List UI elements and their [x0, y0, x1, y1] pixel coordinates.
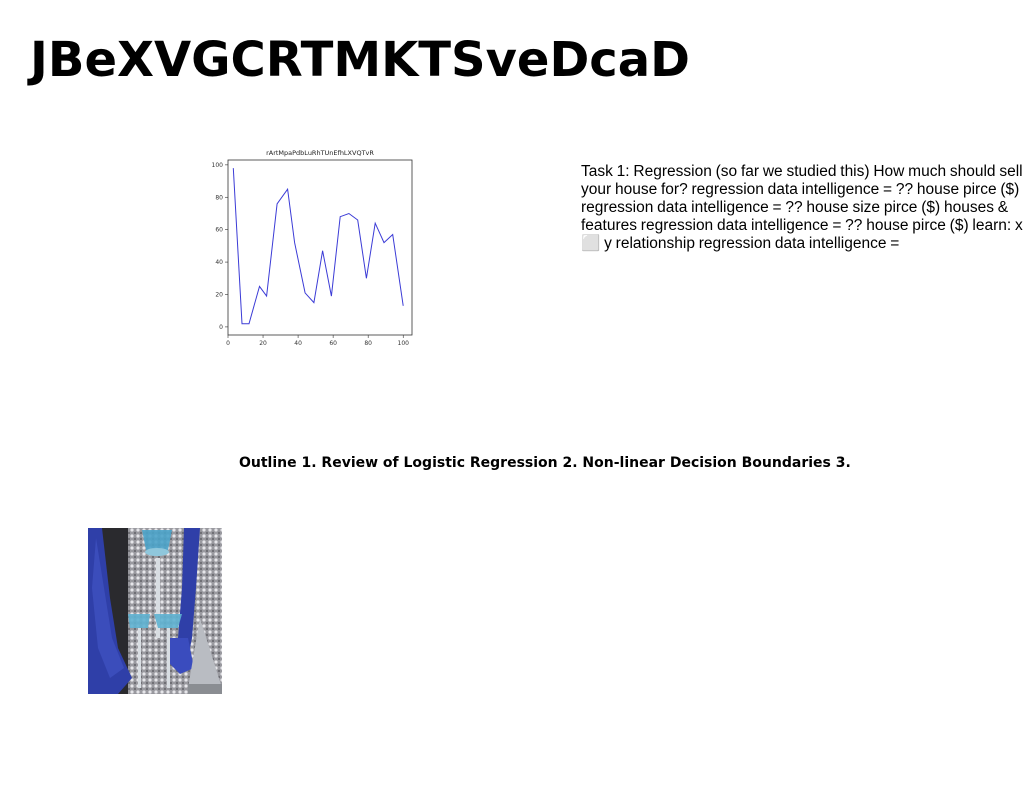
y-tick-label: 60 [215, 227, 223, 234]
y-tick-label: 80 [215, 194, 223, 201]
x-tick-label: 100 [398, 340, 410, 347]
x-tick-label: 0 [226, 340, 230, 347]
x-tick-label: 80 [364, 340, 372, 347]
photo-illustration [88, 528, 222, 694]
y-tick-label: 100 [212, 162, 224, 169]
plot-frame [227, 159, 413, 336]
slide-title: JBeXVGCRTMKTSveDcaD [30, 32, 690, 88]
photo-blue-gloves-glasses [88, 528, 222, 694]
chart-title: rArtMpaPdbLuRhTUnEfhLXVQTvR [266, 149, 374, 157]
y-tick-label: 40 [215, 259, 223, 266]
line-chart-svg: rArtMpaPdbLuRhTUnEfhLXVQTvR 0 20 40 60 80 100 0… [212, 149, 413, 347]
series-line [232, 168, 404, 325]
outline-text: Outline 1. Review of Logistic Regression… [239, 455, 851, 471]
y-tick-label: 0 [219, 324, 223, 331]
x-tick-label: 20 [259, 340, 267, 347]
x-tick-label: 60 [329, 340, 337, 347]
y-tick-label: 20 [215, 291, 223, 298]
line-chart: rArtMpaPdbLuRhTUnEfhLXVQTvR 0 20 40 60 80 100 0… [210, 146, 420, 352]
task-description-text: Task 1: Regression (so far we studied th… [581, 163, 1023, 252]
x-tick-label: 40 [294, 340, 302, 347]
